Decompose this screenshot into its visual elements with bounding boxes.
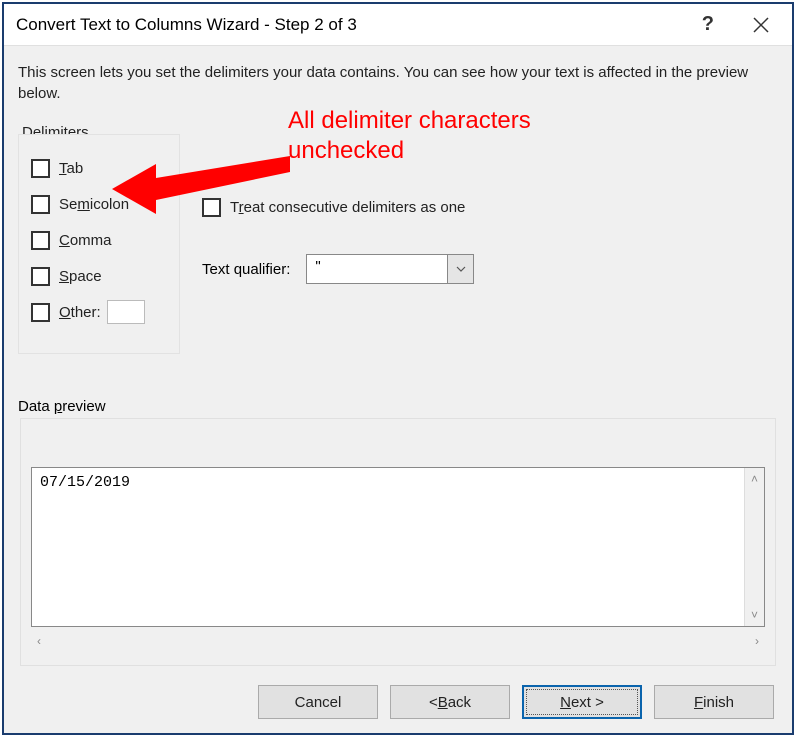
comma-checkbox-row: Comma [31, 227, 179, 253]
help-button[interactable]: ? [702, 13, 714, 36]
annotation-text: All delimiter characters unchecked [288, 106, 531, 166]
titlebar: Convert Text to Columns Wizard - Step 2 … [4, 4, 792, 46]
text-qualifier-label: Text qualifier: [202, 261, 290, 278]
data-preview-area: 07/15/2019 ˄ ˅ [31, 467, 765, 627]
scroll-up-icon: ˄ [751, 472, 758, 486]
comma-checkbox[interactable] [31, 231, 50, 250]
treat-consecutive-row: Treat consecutive delimiters as one [202, 198, 465, 217]
cancel-button[interactable]: Cancel [258, 685, 378, 719]
other-input[interactable] [107, 300, 145, 324]
scroll-left-icon: ‹ [37, 634, 41, 648]
semicolon-checkbox-row: Semicolon [31, 191, 179, 217]
space-checkbox-row: Space [31, 263, 179, 289]
text-qualifier-dropdown-button[interactable] [447, 255, 473, 283]
wizard-dialog: Convert Text to Columns Wizard - Step 2 … [2, 2, 794, 735]
scroll-down-icon: ˅ [751, 608, 758, 622]
space-checkbox[interactable] [31, 267, 50, 286]
tab-checkbox-row: Tab [31, 155, 179, 181]
chevron-down-icon [456, 266, 466, 272]
scroll-right-icon: › [755, 634, 759, 648]
finish-button[interactable]: Finish [654, 685, 774, 719]
dialog-body: This screen lets you set the delimiters … [4, 46, 792, 671]
tab-checkbox[interactable] [31, 159, 50, 178]
dialog-footer: Cancel < Back Next > Finish [4, 671, 792, 733]
horizontal-scrollbar[interactable]: ‹ › [31, 631, 765, 651]
description-text: This screen lets you set the delimiters … [18, 62, 778, 104]
data-preview-group: 07/15/2019 ˄ ˅ ‹ › [20, 418, 776, 666]
treat-consecutive-checkbox[interactable] [202, 198, 221, 217]
other-label[interactable]: Other: [59, 304, 101, 321]
text-qualifier-value: " [307, 255, 447, 283]
data-preview-text: 07/15/2019 [32, 468, 764, 497]
close-icon [752, 16, 770, 34]
vertical-scrollbar[interactable]: ˄ ˅ [744, 468, 764, 626]
other-checkbox[interactable] [31, 303, 50, 322]
text-qualifier-row: Text qualifier: " [202, 254, 474, 284]
other-checkbox-row: Other: [31, 299, 179, 325]
tab-label[interactable]: Tab [59, 160, 83, 177]
delimiters-group: Tab Semicolon Comma Space Other: [18, 134, 180, 354]
next-button[interactable]: Next > [522, 685, 642, 719]
treat-consecutive-label[interactable]: Treat consecutive delimiters as one [230, 199, 465, 216]
semicolon-checkbox[interactable] [31, 195, 50, 214]
dialog-title: Convert Text to Columns Wizard - Step 2 … [16, 15, 702, 35]
space-label[interactable]: Space [59, 268, 102, 285]
data-preview-label: Data preview [18, 398, 106, 415]
text-qualifier-select[interactable]: " [306, 254, 474, 284]
semicolon-label[interactable]: Semicolon [59, 196, 129, 213]
comma-label[interactable]: Comma [59, 232, 112, 249]
back-button[interactable]: < Back [390, 685, 510, 719]
close-button[interactable] [744, 16, 778, 34]
